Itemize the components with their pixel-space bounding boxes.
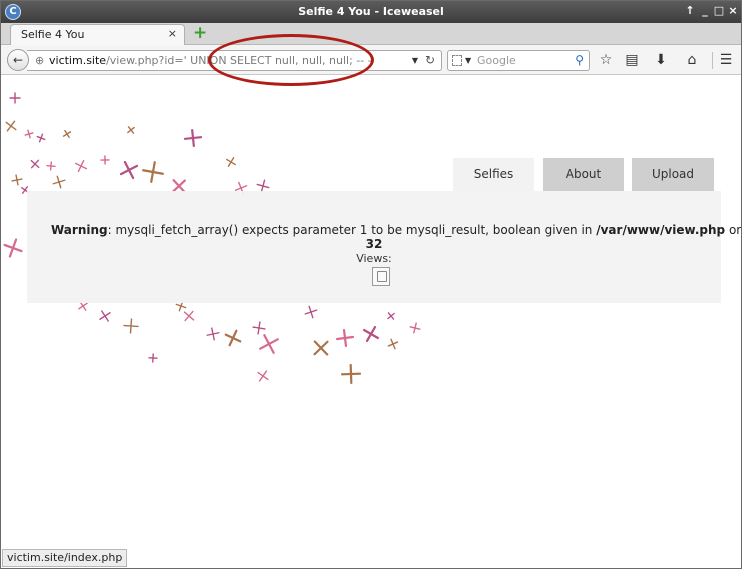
content-panel: Warning: mysqli_fetch_array() expects pa…: [27, 191, 741, 303]
close-window-icon[interactable]: ×: [726, 4, 740, 17]
decorative-cross: [183, 310, 195, 322]
decorative-cross: [62, 129, 72, 139]
decorative-cross: [226, 157, 236, 167]
toolbar-separator: [712, 52, 713, 69]
decorative-cross: [36, 133, 46, 143]
decorative-cross: [206, 327, 220, 341]
decorative-cross: [123, 318, 139, 334]
decorative-cross: [340, 363, 362, 385]
decorative-cross: [24, 129, 34, 139]
maximize-icon[interactable]: □: [712, 4, 726, 17]
search-engine-dropdown-icon[interactable]: ▼: [465, 51, 471, 70]
decorative-cross: [335, 328, 355, 348]
tab-about[interactable]: About: [543, 158, 624, 191]
decorative-cross: [3, 238, 23, 258]
back-button[interactable]: ←: [7, 49, 29, 71]
tab-strip: Selfie 4 You × +: [1, 23, 741, 45]
decorative-cross: [313, 340, 329, 356]
decorative-cross: [183, 128, 203, 148]
views-label: Views:: [356, 252, 392, 265]
download-icon[interactable]: ⬇: [652, 51, 670, 69]
search-input[interactable]: Google: [477, 51, 516, 70]
decorative-cross: [148, 353, 158, 363]
annotation-oval: [208, 34, 374, 86]
tab-upload[interactable]: Upload: [632, 158, 714, 191]
decorative-cross: [387, 312, 395, 320]
decorative-cross: [257, 370, 269, 382]
decorative-cross: [30, 159, 40, 169]
decorative-cross: [304, 305, 318, 319]
decorative-cross: [119, 160, 139, 180]
warning-label: Warning: [51, 223, 108, 237]
decorative-cross: [100, 155, 110, 165]
title-bar: C Selfie 4 You - Iceweasel ↑ _ □ ×: [1, 1, 741, 23]
search-bar[interactable]: ▼ Google ⚲: [447, 50, 590, 71]
warning-text: : mysqli_fetch_array() expects parameter…: [107, 223, 597, 237]
decorative-cross: [9, 92, 21, 104]
window-title: Selfie 4 You - Iceweasel: [298, 5, 444, 18]
decorative-cross: [52, 175, 66, 189]
browser-tab-selfie[interactable]: Selfie 4 You ×: [10, 24, 185, 45]
url-host: victim.site: [49, 54, 107, 67]
bookmark-star-icon[interactable]: ☆: [597, 51, 615, 69]
reading-list-icon[interactable]: ▤: [623, 51, 641, 69]
globe-icon[interactable]: ⊕: [35, 51, 44, 70]
reload-icon[interactable]: ↻: [425, 51, 435, 70]
tab-selfies[interactable]: Selfies: [453, 158, 534, 191]
decorative-cross: [11, 174, 23, 186]
minimize-icon[interactable]: _: [698, 4, 712, 17]
decorative-cross: [74, 159, 88, 173]
decorative-cross: [252, 321, 266, 335]
warning-line-number: 32: [365, 237, 383, 251]
warning-file-path: /var/www/view.php: [596, 223, 726, 237]
decorative-cross: [5, 120, 17, 132]
search-icon[interactable]: ⚲: [575, 51, 584, 70]
php-warning-message: Warning: mysqli_fetch_array() expects pa…: [51, 223, 741, 237]
decorative-cross: [409, 322, 421, 334]
page-content: Selfies About Upload Warning: mysqli_fet…: [1, 76, 741, 568]
search-engine-icon[interactable]: [452, 55, 462, 66]
tab-title: Selfie 4 You: [21, 28, 85, 41]
home-icon[interactable]: ⌂: [683, 51, 701, 69]
decorative-cross: [142, 161, 164, 183]
pin-window-icon[interactable]: ↑: [683, 4, 697, 17]
decorative-cross: [259, 334, 279, 354]
decorative-cross: [127, 126, 135, 134]
url-history-dropdown-icon[interactable]: ▼: [412, 51, 418, 70]
tab-close-icon[interactable]: ×: [168, 27, 177, 40]
new-tab-icon[interactable]: +: [193, 25, 208, 42]
decorative-cross: [46, 161, 56, 171]
decorative-cross: [224, 329, 242, 347]
status-bar-link: victim.site/index.php: [2, 549, 128, 567]
decorative-cross: [362, 325, 380, 343]
browser-window: C Selfie 4 You - Iceweasel ↑ _ □ × Selfi…: [0, 0, 742, 569]
menu-icon[interactable]: ☰: [717, 51, 735, 69]
warning-suffix: on line: [728, 223, 741, 237]
decorative-cross: [387, 338, 399, 350]
broken-image-icon: [372, 267, 390, 286]
decorative-cross: [99, 310, 111, 322]
